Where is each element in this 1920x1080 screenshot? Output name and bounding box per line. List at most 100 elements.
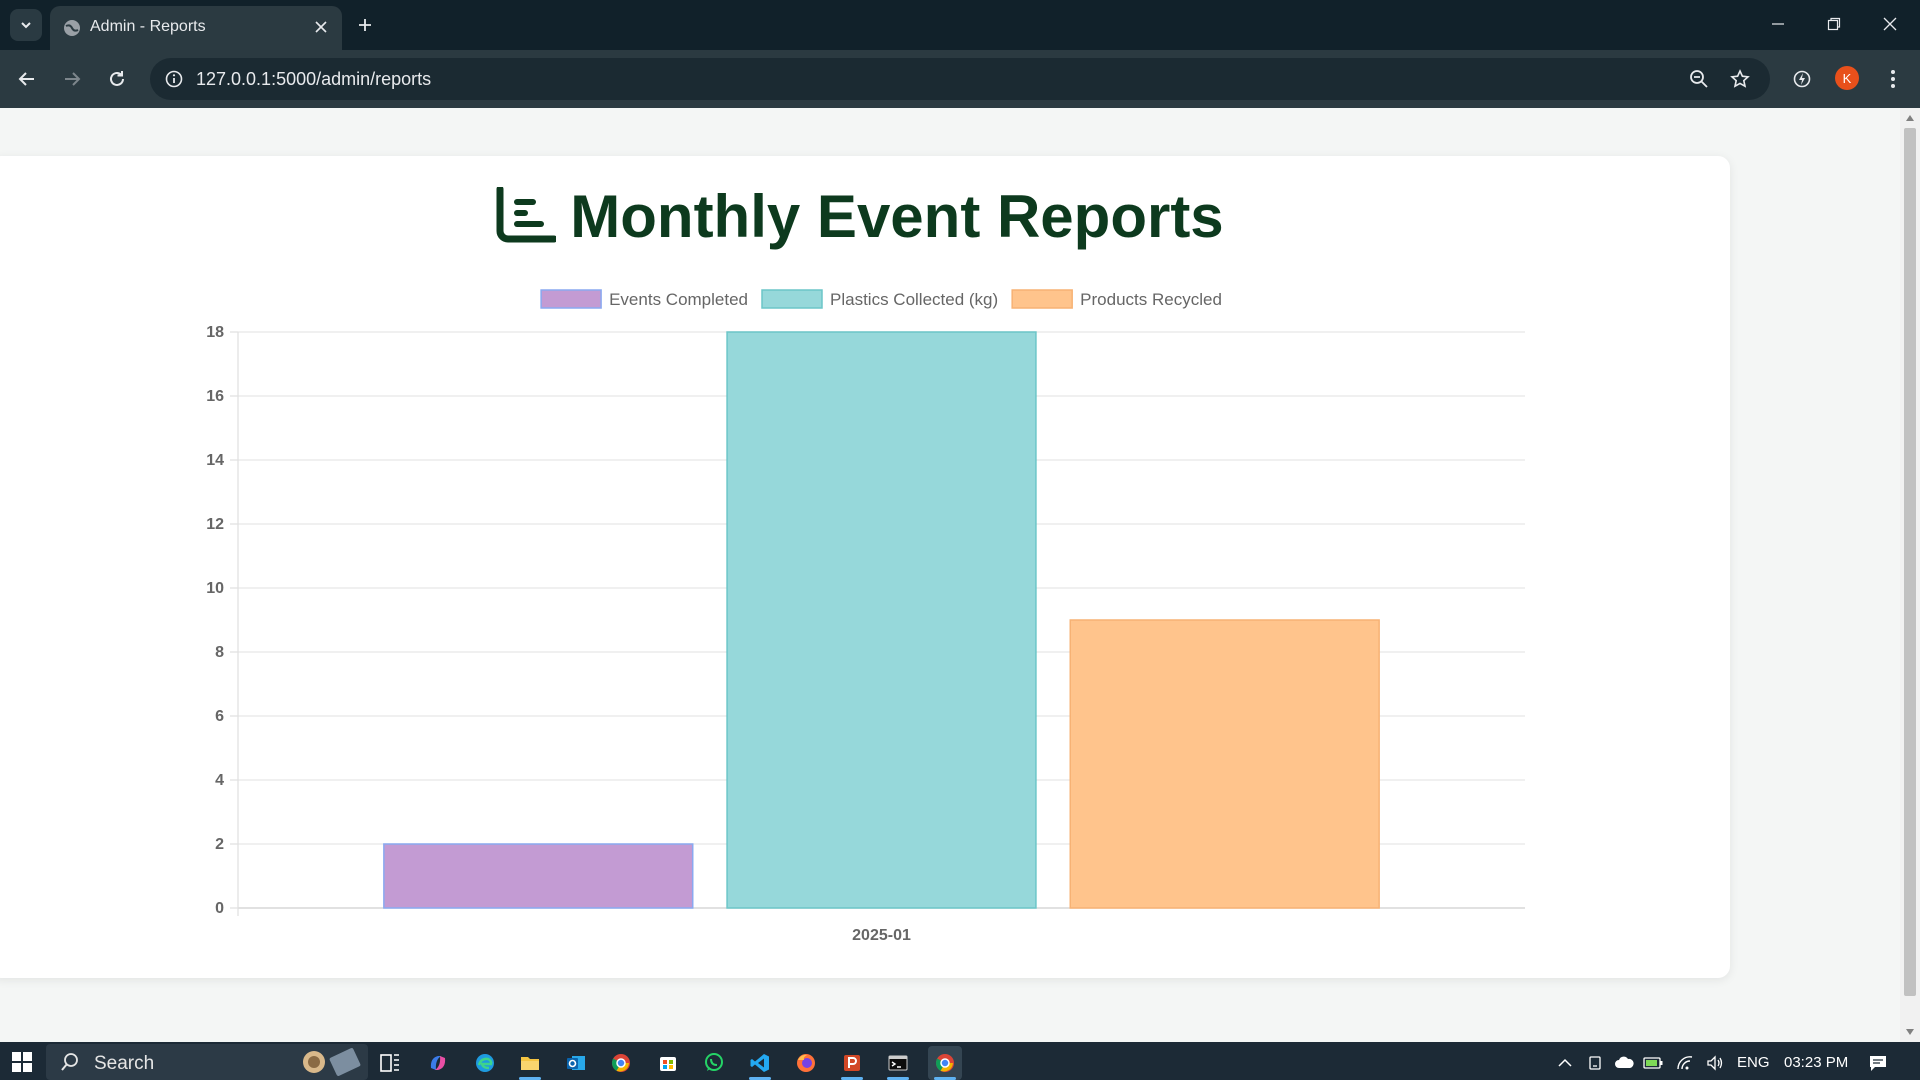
page-scrollbar[interactable]: [1900, 108, 1920, 1042]
taskbar-store[interactable]: [651, 1046, 685, 1080]
search-placeholder: Search: [94, 1053, 155, 1074]
restore-icon: [1827, 17, 1841, 31]
taskbar-chrome-active[interactable]: [928, 1046, 962, 1080]
legend-label: Events Completed: [609, 290, 748, 309]
x-tick-label: 2025-01: [852, 927, 911, 944]
bar-products-recycled: [1069, 619, 1380, 909]
tray-device[interactable]: [1584, 1052, 1606, 1074]
powerpoint-icon: [844, 1055, 860, 1071]
scrollbar-thumb[interactable]: [1904, 128, 1916, 996]
notification-center-button[interactable]: [1867, 1052, 1889, 1074]
browser-menu-button[interactable]: [1876, 62, 1910, 96]
tab-title: Admin - Reports: [90, 18, 206, 35]
arrow-left-icon: [18, 72, 34, 86]
y-tick-label: 6: [215, 708, 224, 725]
zoom-out-icon: [1690, 70, 1708, 88]
edge-icon: [476, 1054, 494, 1072]
folder-icon: [521, 1057, 539, 1070]
bookmark-button[interactable]: [1727, 66, 1753, 92]
taskbar-copilot[interactable]: [421, 1046, 455, 1080]
taskbar-task-view[interactable]: [373, 1046, 407, 1080]
y-tick-label: 14: [206, 452, 224, 469]
reload-button[interactable]: [100, 62, 134, 96]
y-tick-label: 12: [206, 516, 224, 533]
taskbar-vscode[interactable]: [743, 1046, 777, 1080]
profile-avatar[interactable]: K: [1835, 66, 1859, 90]
bar-events-completed: [383, 843, 694, 909]
taskbar-firefox[interactable]: [789, 1046, 823, 1080]
reload-icon: [110, 71, 124, 86]
chevron-down-icon: [21, 22, 31, 29]
scroll-down-arrow[interactable]: [1904, 1026, 1916, 1038]
taskbar-edge[interactable]: [468, 1046, 502, 1080]
taskbar-outlook[interactable]: [559, 1046, 593, 1080]
tray-wifi[interactable]: [1674, 1052, 1696, 1074]
legend-swatch: [540, 289, 602, 309]
bar-chart: 0 2 4 6 8 10 12 14 16 18 2025-01 Events Completed Pl…: [206, 289, 1525, 944]
scroll-up-arrow[interactable]: [1904, 112, 1916, 124]
tray-clock[interactable]: 03:23 PM: [1784, 1054, 1848, 1071]
notification-icon: [1870, 1056, 1886, 1071]
tab-search-button[interactable]: [10, 9, 42, 41]
volume-icon: [1707, 1055, 1723, 1071]
minimize-icon: [1772, 23, 1784, 25]
back-button[interactable]: [10, 62, 44, 96]
taskbar-file-explorer[interactable]: [513, 1046, 547, 1080]
tray-battery[interactable]: [1642, 1052, 1664, 1074]
triangle-down-icon: [1906, 1029, 1914, 1035]
address-bar[interactable]: 127.0.0.1:5000/admin/reports: [150, 58, 1770, 100]
taskbar-powerpoint[interactable]: [835, 1046, 869, 1080]
browser-toolbar: 127.0.0.1:5000/admin/reports K: [0, 50, 1920, 108]
task-view-icon: [380, 1054, 399, 1072]
triangle-up-icon: [1906, 115, 1914, 121]
taskbar-whatsapp[interactable]: [697, 1046, 731, 1080]
tab-close-button[interactable]: [310, 16, 332, 38]
y-tick-label: 8: [215, 644, 224, 661]
report-card: Monthly Event Reports 0 2 4 6 8 10 12 14 16 18 202…: [0, 156, 1730, 978]
taskbar-search[interactable]: Search: [46, 1044, 368, 1080]
cloud-icon: [1615, 1056, 1634, 1068]
legend-swatch: [761, 289, 823, 309]
start-button[interactable]: [8, 1048, 36, 1076]
star-icon: [1730, 69, 1750, 88]
info-icon: [165, 70, 183, 88]
url-text: 127.0.0.1:5000/admin/reports: [196, 69, 432, 89]
chrome-icon: [611, 1054, 630, 1072]
forward-button[interactable]: [55, 62, 89, 96]
globe-icon: [64, 20, 80, 36]
legend-label: Plastics Collected (kg): [830, 290, 998, 309]
search-highlight-icon: [303, 1048, 361, 1076]
taskbar-chrome[interactable]: [604, 1046, 638, 1080]
wifi-icon: [1677, 1056, 1693, 1070]
zoom-button[interactable]: [1686, 66, 1712, 92]
new-tab-button[interactable]: [352, 12, 378, 38]
site-info-button[interactable]: [162, 67, 186, 91]
tray-overflow-button[interactable]: [1554, 1052, 1576, 1074]
browser-titlebar: Admin - Reports: [0, 0, 1920, 50]
vscode-icon: [750, 1054, 769, 1072]
legend-label: Products Recycled: [1080, 290, 1222, 309]
tray-onedrive[interactable]: [1613, 1052, 1635, 1074]
tray-language[interactable]: ENG: [1737, 1054, 1770, 1071]
browser-tab[interactable]: Admin - Reports: [50, 6, 342, 50]
extensions-button[interactable]: [1785, 62, 1819, 96]
close-icon: [315, 21, 327, 33]
outlook-icon: [567, 1056, 585, 1070]
windows-logo-icon: [12, 1052, 32, 1072]
legend-swatch: [1011, 289, 1073, 309]
restore-button[interactable]: [1806, 4, 1862, 44]
windows-taskbar: Search ENG 03:23 PM: [0, 1042, 1920, 1080]
search-icon: [61, 1053, 78, 1071]
minimize-button[interactable]: [1750, 4, 1806, 44]
terminal-icon: [888, 1055, 908, 1071]
more-vertical-icon: [1891, 70, 1895, 88]
taskbar-terminal[interactable]: [881, 1046, 915, 1080]
arrow-right-icon: [65, 72, 81, 86]
bar-plastics-collected-kg: [726, 331, 1037, 909]
copilot-icon: [430, 1056, 446, 1070]
y-tick-label: 16: [206, 388, 224, 405]
close-window-button[interactable]: [1862, 4, 1918, 44]
battery-icon: [1643, 1057, 1663, 1069]
device-icon: [1589, 1056, 1601, 1070]
tray-volume[interactable]: [1704, 1052, 1726, 1074]
